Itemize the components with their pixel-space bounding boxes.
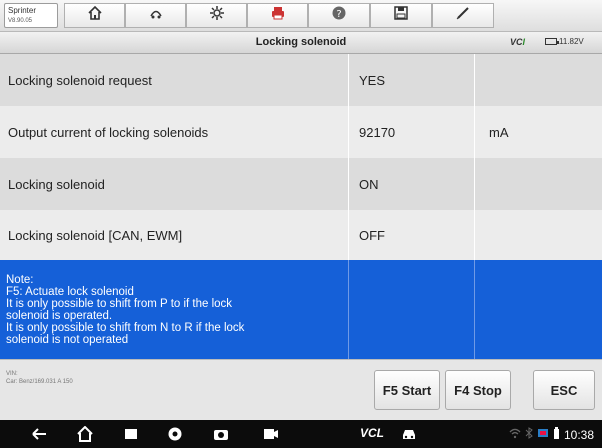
parameter-unit bbox=[474, 210, 602, 260]
parameter-name: Locking solenoid request bbox=[8, 72, 152, 88]
clock: 10:38 bbox=[563, 428, 594, 442]
table-row[interactable]: Locking solenoid request YES bbox=[0, 54, 602, 106]
help-icon: ? bbox=[331, 5, 347, 26]
vci-label-accent: I bbox=[522, 37, 526, 47]
note-unit-cell bbox=[474, 260, 602, 359]
voltage-value: 11.82V bbox=[559, 37, 584, 46]
recent-apps-icon[interactable] bbox=[122, 426, 140, 442]
vcl-shortcut[interactable]: VCL bbox=[360, 426, 384, 440]
note-text: Note: F5: Actuate lock solenoid It is on… bbox=[0, 260, 348, 359]
parameter-value: YES bbox=[348, 54, 474, 106]
battery-voltage: 11.82V bbox=[545, 37, 584, 46]
parameter-unit: mA bbox=[474, 106, 602, 158]
parameter-value: 92170 bbox=[348, 106, 474, 158]
note-value-cell bbox=[348, 260, 474, 359]
settings-gear-icon bbox=[209, 5, 225, 26]
notification-icon bbox=[537, 426, 549, 444]
f4-stop-button[interactable]: F4 Stop bbox=[445, 370, 511, 410]
app-version: V8.90.05 bbox=[8, 18, 33, 24]
system-navigation-bar: VCL 10:38 bbox=[0, 420, 602, 448]
screen-record-icon[interactable] bbox=[262, 426, 280, 442]
car-icon[interactable] bbox=[400, 426, 418, 442]
print-button[interactable] bbox=[247, 3, 308, 28]
pen-icon bbox=[455, 5, 471, 26]
parameter-unit bbox=[474, 158, 602, 210]
help-button[interactable]: ? bbox=[308, 3, 370, 28]
parameter-name: Locking solenoid [CAN, EWM] bbox=[8, 227, 183, 243]
status-area: 10:38 bbox=[509, 426, 594, 444]
vehicle-info: VIN: Car: Benz/169.031 A 150 bbox=[6, 370, 73, 386]
table-row[interactable]: Locking solenoid [CAN, EWM] OFF bbox=[0, 210, 602, 260]
note-line: F5: Actuate lock solenoid bbox=[6, 285, 134, 298]
note-line: It is only possible to shift from P to i… bbox=[6, 297, 233, 310]
vehicle-app-label: Sprinter V8.90.05 bbox=[4, 3, 58, 28]
function-bar: VIN: Car: Benz/169.031 A 150 F5 Start F4… bbox=[0, 359, 602, 420]
note-line: solenoid is operated. bbox=[6, 309, 113, 322]
parameter-unit bbox=[474, 54, 602, 106]
note-row: Note: F5: Actuate lock solenoid It is on… bbox=[0, 260, 602, 359]
note-line: Note: bbox=[6, 273, 34, 286]
title-bar: Locking solenoid VCI 11.82V bbox=[0, 32, 602, 54]
camera-icon[interactable] bbox=[212, 426, 230, 442]
note-line: solenoid is not operated bbox=[6, 333, 129, 346]
vin-label: VIN: bbox=[6, 371, 18, 377]
home-nav-icon[interactable] bbox=[76, 426, 94, 442]
browser-icon[interactable] bbox=[166, 426, 184, 442]
vehicle-swap-button[interactable] bbox=[125, 3, 186, 28]
f5-start-button[interactable]: F5 Start bbox=[374, 370, 440, 410]
home-icon bbox=[87, 5, 103, 26]
battery-status-icon bbox=[553, 426, 560, 444]
parameter-value: OFF bbox=[348, 210, 474, 260]
vci-label: VC bbox=[510, 37, 523, 47]
esc-button[interactable]: ESC bbox=[533, 370, 595, 410]
vci-status: VCI bbox=[510, 37, 525, 47]
back-icon[interactable] bbox=[30, 426, 48, 442]
table-row[interactable]: Locking solenoid ON bbox=[0, 158, 602, 210]
battery-icon bbox=[545, 38, 559, 45]
bluetooth-icon bbox=[525, 426, 533, 444]
parameter-name: Output current of locking solenoids bbox=[8, 124, 209, 140]
parameter-value: ON bbox=[348, 158, 474, 210]
app-name: Sprinter bbox=[8, 6, 37, 15]
svg-text:?: ? bbox=[336, 9, 341, 20]
home-button[interactable] bbox=[64, 3, 125, 28]
car-model: Car: Benz/169.031 A 150 bbox=[6, 379, 73, 385]
parameter-name: Locking solenoid bbox=[8, 176, 105, 192]
table-row[interactable]: Output current of locking solenoids 9217… bbox=[0, 106, 602, 158]
vehicle-swap-icon bbox=[148, 5, 164, 26]
print-icon bbox=[270, 5, 286, 26]
settings-button[interactable] bbox=[186, 3, 247, 28]
save-icon bbox=[393, 5, 409, 26]
note-line: It is only possible to shift from N to R… bbox=[6, 321, 245, 334]
annotate-button[interactable] bbox=[432, 3, 494, 28]
save-button[interactable] bbox=[370, 3, 432, 28]
top-toolbar: Sprinter V8.90.05 ? bbox=[0, 0, 602, 32]
wifi-icon bbox=[509, 426, 521, 444]
